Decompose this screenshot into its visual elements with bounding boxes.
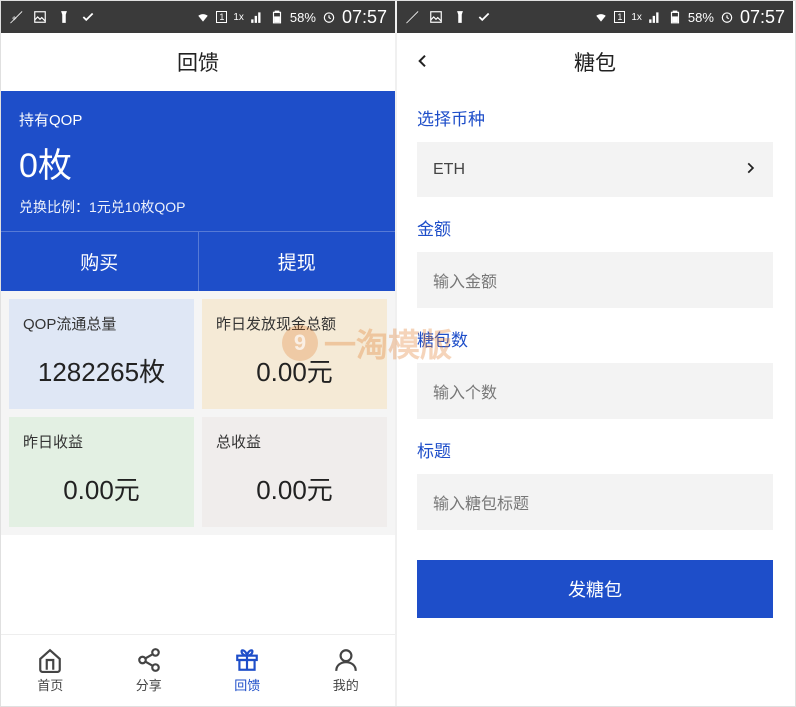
sim1-icon: 1 [216, 11, 227, 23]
balance-card: 持有QOP 0枚 兑换比例：1元兑10枚QOP [1, 91, 395, 231]
nav-share[interactable]: 分享 [100, 635, 199, 706]
page-header: 回馈 [1, 33, 395, 91]
stat-label: 总收益 [216, 431, 373, 452]
clock-time: 07:57 [740, 7, 785, 28]
label-count: 糖包数 [417, 326, 773, 351]
status-bar: 1 1x 58% 07:57 [1, 1, 395, 33]
flashlight-icon [57, 10, 71, 24]
title-placeholder: 输入糖包标题 [433, 490, 529, 514]
amount-placeholder: 输入金额 [433, 268, 497, 292]
stat-value: 0.00元 [216, 352, 373, 389]
stats-grid: QOP流通总量 1282265枚 昨日发放现金总额 0.00元 昨日收益 0.0… [1, 291, 395, 535]
balance-value: 0枚 [19, 138, 377, 187]
nav-label: 首页 [37, 675, 63, 694]
stat-total-gain: 总收益 0.00元 [202, 417, 387, 527]
wifi-icon [594, 10, 608, 24]
nav-home[interactable]: 首页 [1, 635, 100, 706]
network-label: 1x [233, 12, 244, 23]
label-amount: 金额 [417, 215, 773, 240]
network-label: 1x [631, 12, 642, 23]
coin-selector[interactable]: ETH [417, 142, 773, 197]
home-icon [37, 647, 63, 673]
nav-feedback[interactable]: 回馈 [198, 635, 297, 706]
signal-off-icon [9, 10, 23, 24]
nav-label: 分享 [136, 675, 162, 694]
page-title: 回馈 [177, 47, 219, 77]
flashlight-icon [453, 10, 467, 24]
stat-yesterday-cash: 昨日发放现金总额 0.00元 [202, 299, 387, 409]
exchange-rate: 兑换比例：1元兑10枚QOP [19, 197, 377, 217]
stat-yesterday-gain: 昨日收益 0.00元 [9, 417, 194, 527]
label-coin: 选择币种 [417, 105, 773, 130]
picture-icon [33, 10, 47, 24]
nav-label: 回馈 [234, 675, 260, 694]
withdraw-button[interactable]: 提现 [198, 231, 396, 291]
label-title: 标题 [417, 437, 773, 462]
chevron-right-icon [743, 158, 757, 181]
submit-button[interactable]: 发糖包 [417, 560, 773, 618]
battery-icon [270, 10, 284, 24]
stat-label: 昨日发放现金总额 [216, 313, 373, 334]
stat-value: 1282265枚 [23, 352, 180, 389]
title-input[interactable]: 输入糖包标题 [417, 474, 773, 530]
signal-icon [648, 10, 662, 24]
gift-icon [234, 647, 260, 673]
clock-time: 07:57 [342, 7, 387, 28]
stat-circulation: QOP流通总量 1282265枚 [9, 299, 194, 409]
stat-value: 0.00元 [216, 470, 373, 507]
count-input[interactable]: 输入个数 [417, 363, 773, 419]
page-title: 糖包 [574, 47, 616, 77]
picture-icon [429, 10, 443, 24]
balance-label: 持有QOP [19, 109, 377, 130]
battery-pct: 58% [290, 10, 316, 25]
back-button[interactable] [415, 48, 431, 76]
amount-input[interactable]: 输入金额 [417, 252, 773, 308]
action-row: 购买 提现 [1, 231, 395, 291]
stat-label: 昨日收益 [23, 431, 180, 452]
battery-icon [668, 10, 682, 24]
signal-icon [250, 10, 264, 24]
nav-label: 我的 [333, 675, 359, 694]
check-icon [81, 10, 95, 24]
status-bar: 1 1x 58% 07:57 [397, 1, 793, 33]
count-placeholder: 输入个数 [433, 379, 497, 403]
battery-pct: 58% [688, 10, 714, 25]
stat-label: QOP流通总量 [23, 313, 180, 334]
signal-off-icon [405, 10, 419, 24]
alarm-icon [720, 10, 734, 24]
user-icon [333, 647, 359, 673]
alarm-icon [322, 10, 336, 24]
buy-button[interactable]: 购买 [1, 231, 198, 291]
check-icon [477, 10, 491, 24]
coin-selected-value: ETH [433, 161, 465, 179]
page-header: 糖包 [397, 33, 793, 91]
share-icon [136, 647, 162, 673]
bottom-nav: 首页 分享 回馈 我的 [1, 634, 395, 706]
stat-value: 0.00元 [23, 470, 180, 507]
wifi-icon [196, 10, 210, 24]
nav-mine[interactable]: 我的 [297, 635, 396, 706]
sim1-icon: 1 [614, 11, 625, 23]
